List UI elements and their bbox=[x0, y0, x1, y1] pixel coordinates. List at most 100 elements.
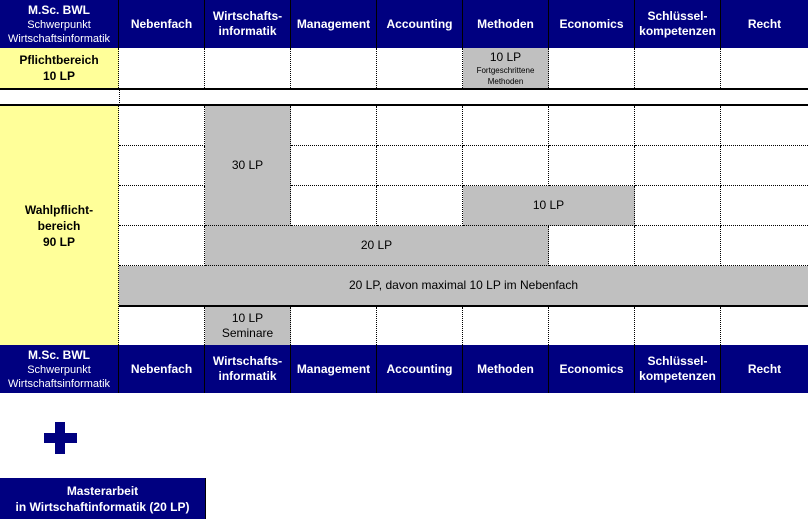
wi-management-accounting-methoden-block: 20 LP bbox=[205, 226, 549, 266]
footer-col-label: Schlüssel- bbox=[647, 354, 708, 368]
grid-cell bbox=[205, 48, 291, 88]
header-col-wirtschaftsinformatik: Wirtschafts- informatik bbox=[205, 0, 291, 48]
grid-cell bbox=[119, 307, 205, 345]
masterarbeit-title: Masterarbeit bbox=[66, 483, 139, 498]
methoden-economics-block: 10 LP bbox=[463, 186, 635, 226]
footer-col-management: Management bbox=[291, 345, 377, 393]
grid-cell bbox=[291, 307, 377, 345]
pflichtbereich-label: Pflichtbereich 10 LP bbox=[0, 48, 119, 88]
footer-col-wirtschaftsinformatik: Wirtschafts- informatik bbox=[205, 345, 291, 393]
footer-corner-title: M.Sc. BWL bbox=[28, 347, 90, 362]
combined-block-credits: 20 LP bbox=[360, 238, 393, 252]
masterarbeit-box: Masterarbeit in Wirtschaftinformatik (20… bbox=[0, 478, 206, 519]
header-col-label: Recht bbox=[747, 16, 782, 31]
header-col-label: Nebenfach bbox=[130, 16, 193, 31]
header-corner: M.Sc. BWL Schwerpunkt Wirtschaftsinforma… bbox=[0, 0, 119, 48]
spacer-divider bbox=[119, 90, 120, 105]
masterarbeit-subtitle: in Wirtschaftinformatik (20 LP) bbox=[15, 499, 190, 514]
footer-corner-subtitle: Schwerpunkt bbox=[27, 363, 91, 376]
seminare-credits: 10 LP bbox=[231, 311, 264, 325]
seminare-block: 10 LP Seminare bbox=[205, 307, 291, 345]
grid-cell bbox=[721, 48, 808, 88]
grid-cell bbox=[291, 48, 377, 88]
all-columns-credits: 20 LP, davon maximal 10 LP im Nebenfach bbox=[348, 278, 579, 292]
grid-cell bbox=[549, 307, 635, 345]
header-col-accounting: Accounting bbox=[377, 0, 463, 48]
grid-cell bbox=[119, 106, 205, 146]
footer-col-label-2: kompetenzen bbox=[639, 369, 716, 383]
grid-cell bbox=[635, 146, 721, 186]
wahlpflichtbereich-credits: 90 LP bbox=[42, 234, 75, 249]
footer-col-recht: Recht bbox=[721, 345, 808, 393]
grid-cell bbox=[291, 106, 377, 146]
grid-cell bbox=[463, 146, 549, 186]
grid-cell bbox=[377, 186, 463, 226]
wahlpflichtbereich-title: Wahlpflicht- bbox=[24, 202, 94, 217]
header-col-label: Wirtschafts- bbox=[212, 9, 283, 23]
grid-cell bbox=[635, 307, 721, 345]
header-col-economics: Economics bbox=[549, 0, 635, 48]
footer-col-label: Management bbox=[296, 361, 371, 376]
footer-col-label: Nebenfach bbox=[130, 361, 193, 376]
footer-col-label: Methoden bbox=[477, 361, 534, 376]
methoden-economics-credits: 10 LP bbox=[532, 198, 565, 212]
grid-cell bbox=[377, 146, 463, 186]
grid-cell bbox=[635, 48, 721, 88]
grid-cell bbox=[377, 106, 463, 146]
grid-cell bbox=[549, 106, 635, 146]
footer-col-methoden: Methoden bbox=[463, 345, 549, 393]
header-corner-specialization: Wirtschaftsinformatik bbox=[7, 32, 111, 45]
grid-cell bbox=[635, 106, 721, 146]
grid-cell bbox=[119, 226, 205, 266]
grid-cell bbox=[291, 186, 377, 226]
row-divider bbox=[0, 88, 808, 90]
header-col-methoden: Methoden bbox=[463, 0, 549, 48]
methoden-pflicht-desc: Fortgeschrittene bbox=[476, 65, 535, 75]
footer-col-schluesselkompetenzen: Schlüssel- kompetenzen bbox=[635, 345, 721, 393]
all-columns-block: 20 LP, davon maximal 10 LP im Nebenfach bbox=[119, 266, 808, 305]
grid-cell bbox=[377, 307, 463, 345]
footer-col-economics: Economics bbox=[549, 345, 635, 393]
header-col-label: Schlüssel- bbox=[647, 9, 708, 23]
header-corner-subtitle: Schwerpunkt bbox=[27, 18, 91, 31]
grid-cell bbox=[119, 48, 205, 88]
grid-cell bbox=[635, 186, 721, 226]
footer-col-label-2: informatik bbox=[218, 369, 277, 383]
seminare-label: Seminare bbox=[221, 326, 274, 340]
footer-col-label: Accounting bbox=[386, 361, 453, 376]
grid-cell bbox=[549, 48, 635, 88]
footer-corner: M.Sc. BWL Schwerpunkt Wirtschaftsinforma… bbox=[0, 345, 119, 393]
grid-cell bbox=[377, 48, 463, 88]
grid-cell bbox=[463, 106, 549, 146]
header-col-label: Methoden bbox=[477, 16, 534, 31]
header-col-label: Accounting bbox=[386, 16, 453, 31]
grid-cell bbox=[119, 146, 205, 186]
methoden-pflicht-credits: 10 LP bbox=[489, 49, 522, 64]
grid-cell bbox=[119, 186, 205, 226]
wirtschaftsinformatik-credits: 30 LP bbox=[231, 158, 264, 172]
header-col-label-2: kompetenzen bbox=[639, 24, 716, 38]
wirtschaftsinformatik-block: 30 LP bbox=[205, 106, 291, 226]
grid-cell bbox=[635, 226, 721, 266]
header-col-management: Management bbox=[291, 0, 377, 48]
header-col-label: Management bbox=[296, 16, 371, 31]
wahlpflichtbereich-title-2: bereich bbox=[37, 218, 81, 233]
grid-cell bbox=[721, 186, 808, 226]
header-col-recht: Recht bbox=[721, 0, 808, 48]
footer-col-label: Wirtschafts- bbox=[212, 354, 283, 368]
grid-cell bbox=[291, 146, 377, 186]
grid-cell bbox=[721, 146, 808, 186]
header-col-label-2: informatik bbox=[218, 24, 277, 38]
grid-cell bbox=[721, 226, 808, 266]
header-col-nebenfach: Nebenfach bbox=[119, 0, 205, 48]
footer-col-accounting: Accounting bbox=[377, 345, 463, 393]
header-corner-title: M.Sc. BWL bbox=[28, 2, 90, 17]
grid-cell bbox=[721, 307, 808, 345]
wahlpflichtbereich-label: Wahlpflicht- bereich 90 LP bbox=[0, 106, 119, 345]
pflichtbereich-title: Pflichtbereich bbox=[19, 53, 99, 67]
footer-corner-specialization: Wirtschaftsinformatik bbox=[7, 377, 111, 390]
grid-cell bbox=[549, 146, 635, 186]
grid-cell bbox=[463, 307, 549, 345]
header-col-schluesselkompetenzen: Schlüssel- kompetenzen bbox=[635, 0, 721, 48]
header-col-label: Economics bbox=[559, 16, 624, 31]
